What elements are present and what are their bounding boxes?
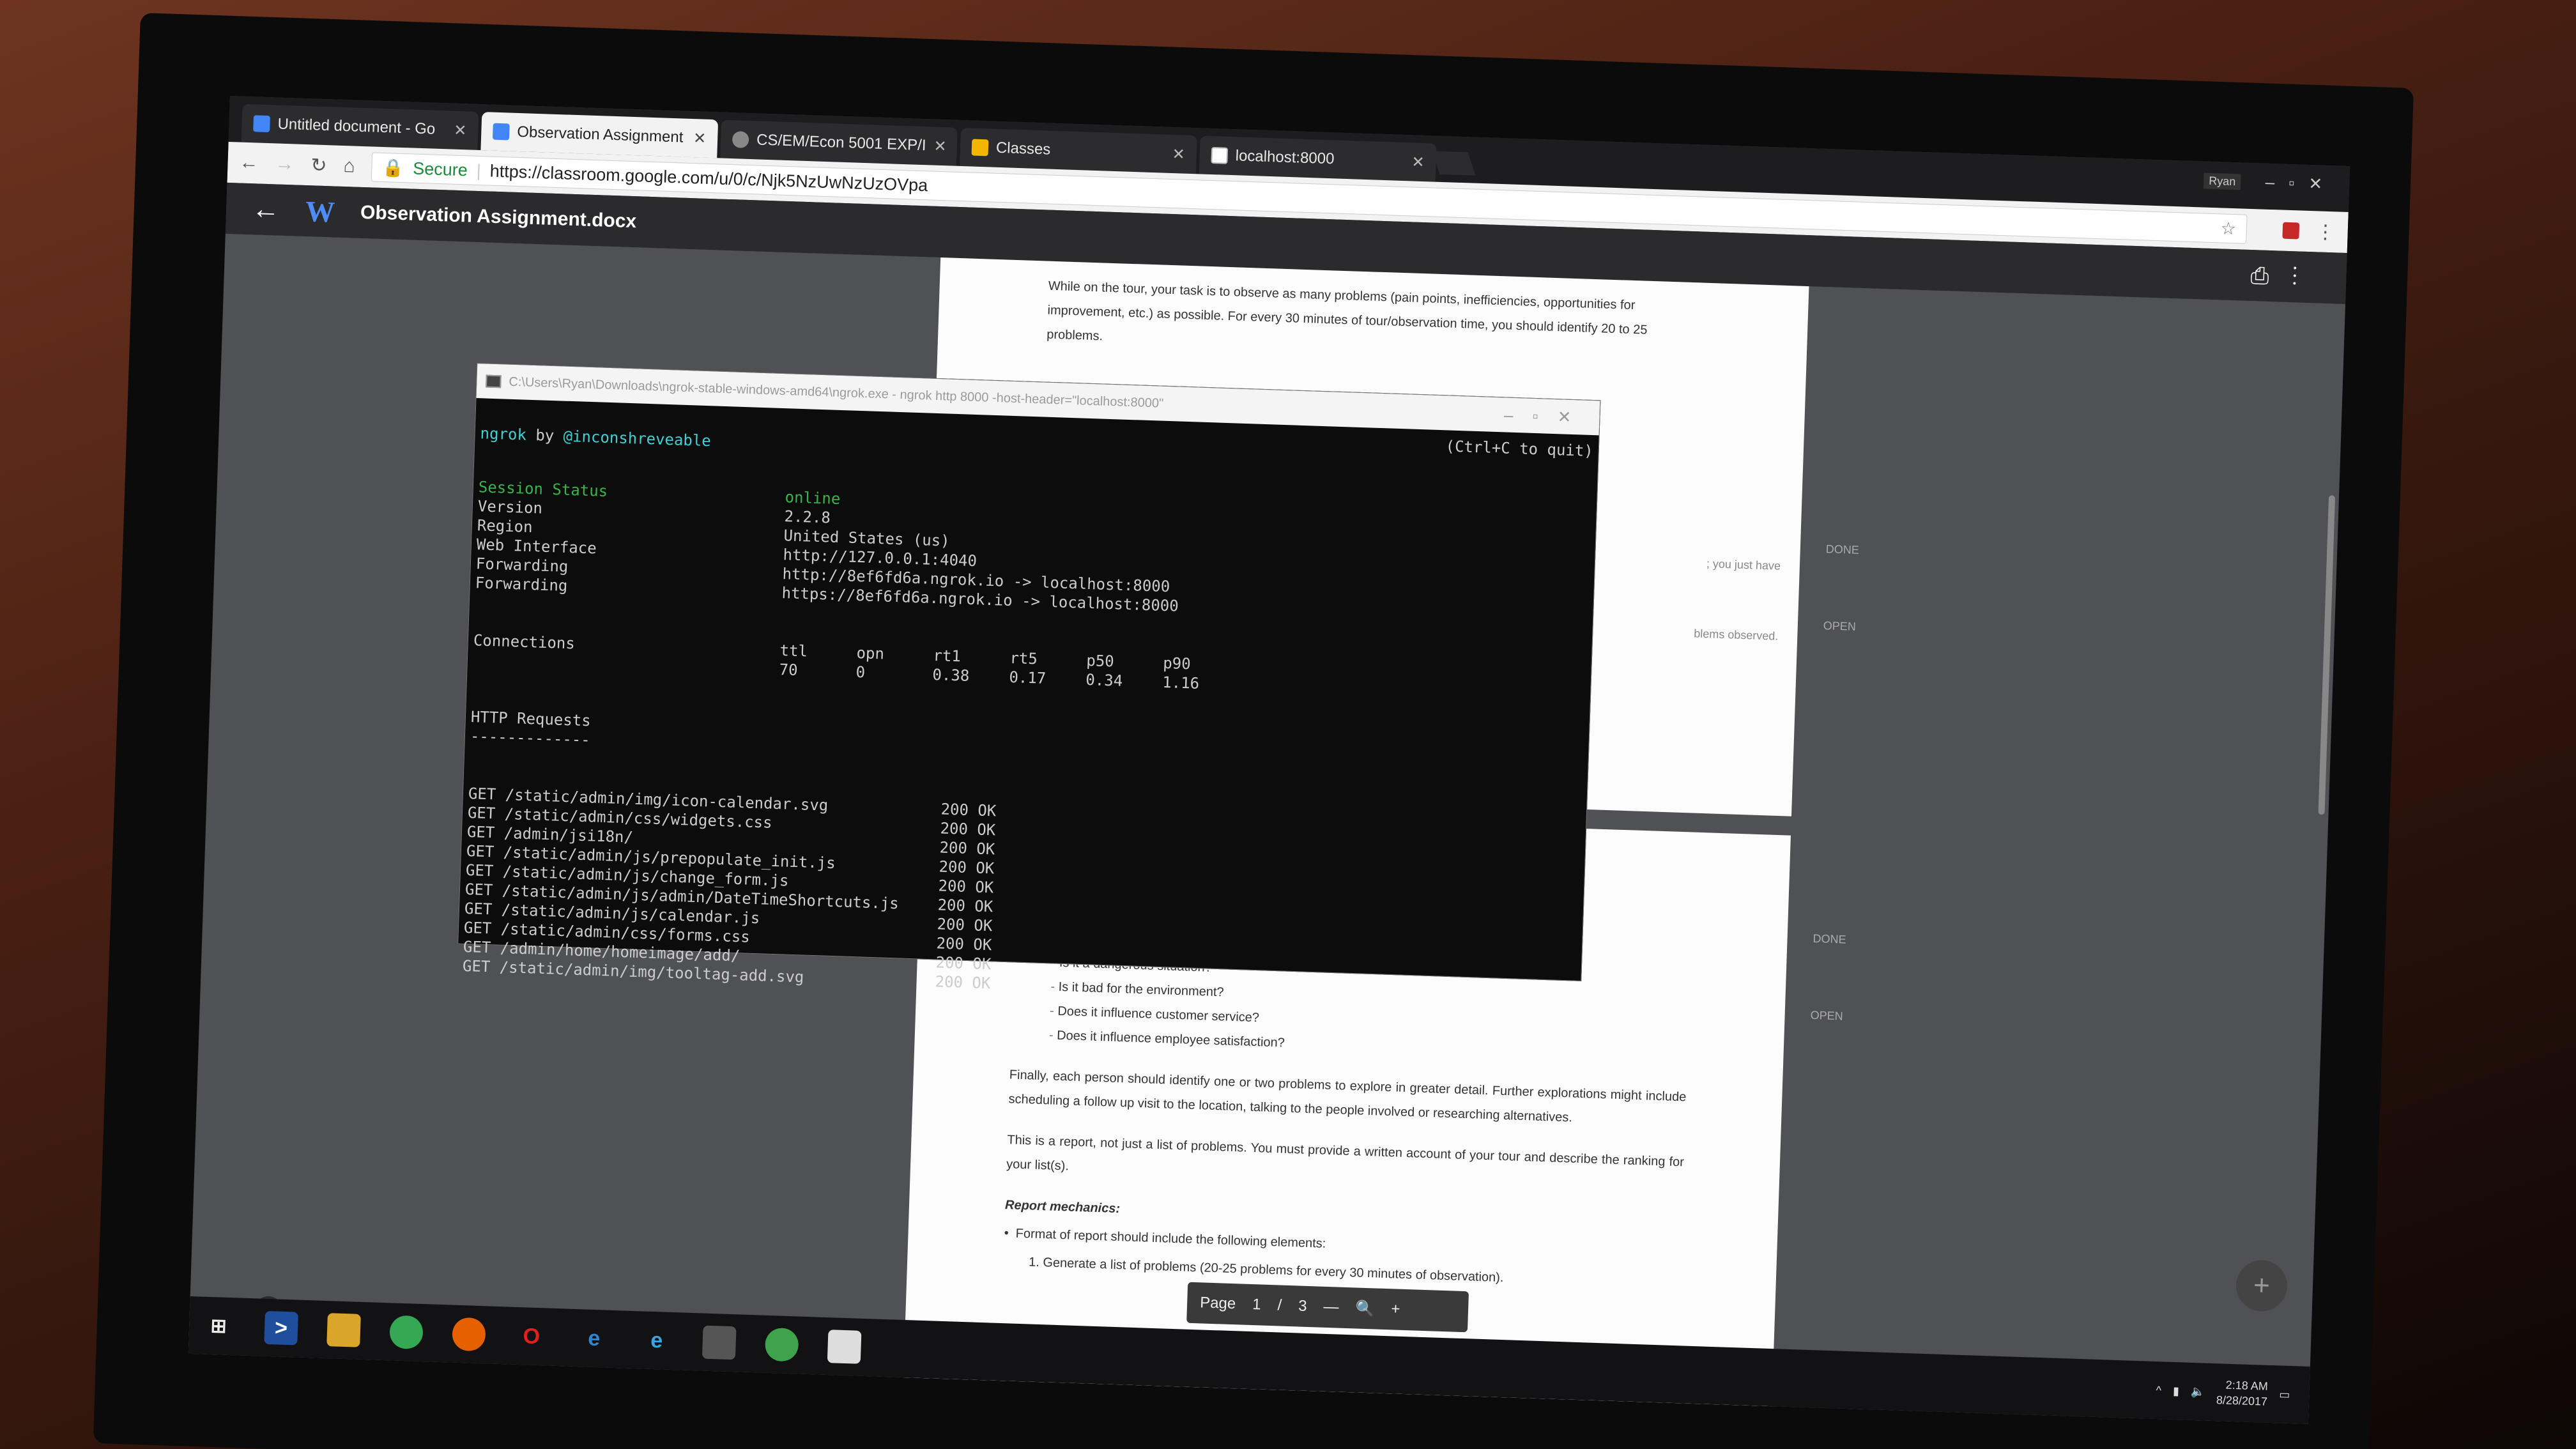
url-text: https://classroom.google.com/u/0/c/Njk5N… (489, 161, 928, 195)
word-icon: W (305, 194, 335, 229)
version-value: 2.2.8 (784, 507, 831, 527)
close-tab-icon[interactable]: ✕ (693, 129, 707, 148)
request-log: GET /static/admin/img/icon-calendar.svg 2… (463, 784, 1581, 1013)
request-status: 200 OK (938, 877, 994, 897)
system-tray: ^ ▮ 🔈 2:18 AM 8/28/2017 ▭ (2156, 1375, 2290, 1410)
clock-time: 2:18 AM (2225, 1378, 2269, 1393)
terminal-window[interactable]: C:\Users\Ryan\Downloads\ngrok-stable-win… (457, 363, 1601, 992)
star-icon[interactable]: ☆ (2220, 218, 2236, 239)
home-icon[interactable]: ⌂ (343, 155, 355, 178)
powershell-icon[interactable]: > (264, 1310, 298, 1346)
android-studio-icon[interactable] (764, 1327, 799, 1362)
add-button[interactable]: + (2235, 1259, 2288, 1312)
page-text-fragment: ; you just have (1706, 557, 1781, 572)
app-window-icon[interactable] (827, 1330, 862, 1364)
back-arrow-icon[interactable]: ← (239, 152, 259, 174)
monitor-screen: Untitled document - Go ✕ Observation Ass… (188, 96, 2350, 1424)
request-status: 200 OK (940, 800, 997, 820)
extension-icon[interactable] (2282, 222, 2300, 240)
paragraph: This is a report, not just a list of pro… (1006, 1133, 1685, 1174)
docs-icon (253, 115, 271, 133)
zoom-in-icon[interactable]: + (1391, 1300, 1400, 1318)
profile-button[interactable]: Ryan (2203, 172, 2241, 190)
close-tab-icon[interactable]: ✕ (1172, 144, 1185, 164)
close-tab-icon[interactable]: ✕ (454, 121, 467, 140)
page-current[interactable]: 1 (1252, 1296, 1261, 1314)
zoom-icon[interactable]: 🔍 (1355, 1299, 1375, 1318)
forward-arrow-icon[interactable]: → (275, 153, 295, 175)
request-status: 200 OK (935, 953, 992, 974)
status-value: online (785, 488, 841, 509)
person-icon (732, 131, 749, 148)
classroom-icon (971, 139, 989, 157)
request-status: 200 OK (935, 972, 991, 993)
status-open: OPEN (1823, 619, 1857, 633)
chrome-icon[interactable] (389, 1315, 424, 1350)
clock-date: 8/28/2017 (2216, 1393, 2268, 1408)
request-status: 200 OK (939, 857, 995, 878)
edge-icon[interactable]: e (577, 1321, 611, 1356)
print-icon[interactable]: ⎙ (2250, 262, 2292, 289)
status-done: DONE (1825, 542, 1860, 556)
page-text-fragment: blems observed. (1693, 627, 1779, 643)
internet-explorer-icon[interactable]: e (640, 1323, 674, 1358)
reload-icon[interactable]: ↻ (310, 154, 327, 177)
menu-icon[interactable]: ⋮ (2315, 220, 2335, 243)
window-controls[interactable]: –▫✕ (2265, 172, 2336, 195)
clock[interactable]: 2:18 AM 8/28/2017 (2216, 1377, 2269, 1409)
zoom-out-icon[interactable]: — (1323, 1298, 1339, 1317)
status-done: DONE (1813, 931, 1846, 946)
opera-icon[interactable]: O (514, 1319, 549, 1354)
paragraph: Finally, each person should identify one… (1008, 1068, 1687, 1125)
request-status: 200 OK (937, 896, 993, 916)
close-tab-icon[interactable]: ✕ (1411, 153, 1425, 172)
window-controls[interactable]: –▫✕ (1504, 405, 1591, 427)
request-status: 200 OK (937, 915, 993, 935)
lock-icon: 🔒 (382, 157, 404, 178)
new-tab-button[interactable] (1432, 151, 1476, 176)
network-icon[interactable]: ▮ (2173, 1384, 2180, 1397)
secure-label: Secure (412, 158, 468, 180)
page-text: While on the tour, your task is to obser… (1046, 279, 1648, 344)
more-options-icon[interactable]: ⋮ (2292, 263, 2321, 290)
ngrok-handle: @inconshreveable (563, 427, 712, 450)
page-label: Page (1199, 1294, 1236, 1313)
chevron-up-icon[interactable]: ^ (2156, 1384, 2161, 1397)
document-title: Observation Assignment.docx (360, 201, 637, 233)
request-status: 200 OK (939, 838, 995, 859)
volume-icon[interactable]: 🔈 (2191, 1384, 2205, 1399)
back-arrow-icon[interactable]: ← (251, 193, 280, 226)
status-open: OPEN (1810, 1008, 1843, 1023)
ngrok-brand: ngrok (480, 424, 527, 444)
console-icon (486, 374, 502, 388)
page-icon (1211, 146, 1229, 164)
docs-icon (492, 123, 510, 141)
windows-start-icon[interactable]: ⊞ (201, 1309, 236, 1344)
notification-icon[interactable]: ▭ (2279, 1388, 2290, 1402)
file-explorer-icon[interactable] (326, 1313, 361, 1347)
close-tab-icon[interactable]: ✕ (933, 137, 947, 156)
request-status: 200 OK (940, 819, 996, 839)
command-prompt-icon[interactable] (702, 1325, 737, 1360)
firefox-icon[interactable] (452, 1317, 486, 1352)
terminal-output: ngrok by @inconshreveable (Ctrl+C to quit… (456, 398, 1598, 1057)
request-status: 200 OK (936, 934, 992, 954)
page-total: 3 (1298, 1297, 1308, 1315)
